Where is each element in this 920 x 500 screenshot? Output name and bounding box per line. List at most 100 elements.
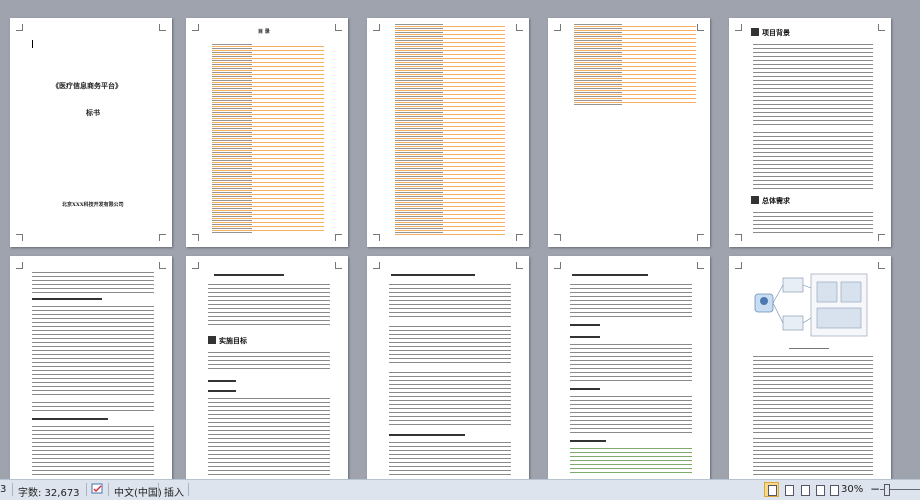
page-cover[interactable]: 《医疗信息商务平台》 标书 北京XXX科技开发有限公司 xyxy=(10,18,172,247)
heading-number xyxy=(208,336,216,344)
crop-mark xyxy=(335,24,342,31)
status-separator xyxy=(12,483,13,496)
subheading xyxy=(214,274,284,276)
crop-mark xyxy=(697,24,704,31)
crop-mark xyxy=(373,234,380,241)
paragraph-block xyxy=(570,284,692,318)
word-count[interactable]: 字数: 32,673 xyxy=(18,484,80,499)
text-cursor xyxy=(32,40,33,48)
web-layout-button[interactable] xyxy=(797,482,812,497)
crop-mark xyxy=(16,262,23,269)
crop-mark xyxy=(16,234,23,241)
cover-company: 北京XXX科技开发有限公司 xyxy=(62,202,124,208)
page-body-2[interactable]: 实施目标 xyxy=(186,256,348,479)
figure-caption xyxy=(789,348,829,349)
page-body-4[interactable] xyxy=(548,256,710,479)
page-body-1[interactable] xyxy=(10,256,172,479)
subheading xyxy=(208,390,236,392)
heading-implementation-goals: 实施目标 xyxy=(219,336,247,345)
crop-mark xyxy=(735,24,742,31)
page-toc-1[interactable]: 目 录 xyxy=(186,18,348,247)
page-background[interactable]: 项目背景 总体需求 xyxy=(729,18,891,247)
crop-mark xyxy=(192,234,199,241)
status-bar: 3 字数: 32,673 中文(中国) 插入 30% − xyxy=(0,479,920,500)
language[interactable]: 中文(中国) xyxy=(114,484,162,499)
cover-subtitle: 标书 xyxy=(86,108,100,117)
paragraph-block xyxy=(389,326,511,366)
heading-number xyxy=(751,196,759,204)
toc-labels-b xyxy=(395,24,443,236)
web-layout-icon xyxy=(801,485,810,496)
cover-title: 《医疗信息商务平台》 xyxy=(52,81,122,90)
page-toc-2[interactable] xyxy=(367,18,529,247)
page-body-3[interactable] xyxy=(367,256,529,479)
status-separator xyxy=(158,483,159,496)
subheading xyxy=(391,274,475,276)
crop-mark xyxy=(192,262,199,269)
crop-mark xyxy=(516,262,523,269)
subheading xyxy=(208,380,236,382)
page-body-5[interactable] xyxy=(729,256,891,479)
paragraph-block xyxy=(389,442,511,476)
draft-button[interactable] xyxy=(826,482,841,497)
draft-icon xyxy=(830,485,839,496)
subheading xyxy=(570,324,600,326)
crop-mark xyxy=(554,262,561,269)
heading-overall-requirements: 总体需求 xyxy=(762,196,790,205)
insert-mode[interactable]: 插入 xyxy=(164,484,184,499)
bullet-list xyxy=(753,438,873,476)
crop-mark xyxy=(697,262,704,269)
crop-mark xyxy=(735,234,742,241)
paragraph-block xyxy=(32,306,154,398)
crop-mark xyxy=(16,24,23,31)
zoom-level[interactable]: 30% xyxy=(841,484,863,495)
status-separator xyxy=(188,483,189,496)
paragraph-block-3 xyxy=(753,212,873,234)
crop-mark xyxy=(735,262,742,269)
paragraph-block xyxy=(389,284,511,320)
paragraph-block xyxy=(208,352,330,372)
outline-button[interactable] xyxy=(812,482,827,497)
paragraph-block xyxy=(32,272,154,294)
paragraph-block-2 xyxy=(753,132,873,190)
document-canvas[interactable]: 《医疗信息商务平台》 标书 北京XXX科技开发有限公司 目 录 项目背景 总体需… xyxy=(0,0,920,479)
crop-mark xyxy=(159,24,166,31)
crop-mark xyxy=(159,262,166,269)
subheading xyxy=(570,388,600,390)
paragraph-block xyxy=(32,402,154,414)
architecture-diagram xyxy=(754,273,868,337)
crop-mark xyxy=(192,24,199,31)
paragraph-block xyxy=(208,398,330,476)
heading-number xyxy=(751,28,759,36)
crop-mark xyxy=(516,234,523,241)
crop-mark xyxy=(335,234,342,241)
toc-title: 目 录 xyxy=(258,29,270,35)
crop-mark xyxy=(373,262,380,269)
zoom-out-button[interactable]: − xyxy=(870,482,880,496)
crop-mark xyxy=(697,234,704,241)
page-toc-3[interactable] xyxy=(548,18,710,247)
status-separator xyxy=(86,483,87,496)
print-layout-button[interactable] xyxy=(764,482,779,497)
paragraph-block xyxy=(570,344,692,382)
full-screen-reading-button[interactable] xyxy=(781,482,796,497)
heading-project-background: 项目背景 xyxy=(762,28,790,37)
crop-mark xyxy=(516,24,523,31)
paragraph-block xyxy=(570,396,692,434)
zoom-slider-thumb[interactable] xyxy=(884,484,890,496)
reading-icon xyxy=(785,485,794,496)
crop-mark xyxy=(373,24,380,31)
toc-labels-a xyxy=(212,44,252,234)
crop-mark xyxy=(159,234,166,241)
crop-mark xyxy=(878,234,885,241)
bullet-list xyxy=(753,356,873,434)
paragraph-block xyxy=(208,284,330,328)
spellcheck-icon[interactable] xyxy=(91,483,105,496)
crop-mark xyxy=(554,234,561,241)
status-separator xyxy=(108,483,109,496)
subheading xyxy=(389,434,465,436)
paragraph-block xyxy=(389,372,511,428)
subheading xyxy=(32,418,108,420)
crop-mark xyxy=(554,24,561,31)
page-number[interactable]: 3 xyxy=(0,484,6,495)
